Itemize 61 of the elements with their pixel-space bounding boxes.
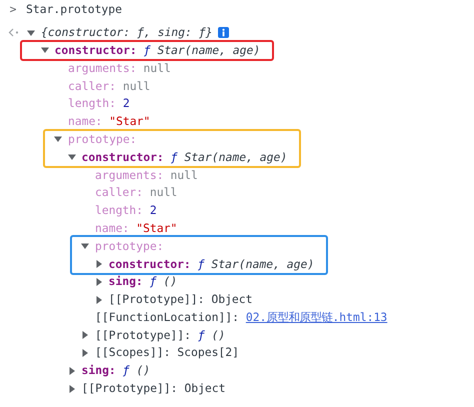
property-value: Star(name, age) <box>157 42 260 59</box>
property-value: Object <box>211 291 253 308</box>
return-value-icon <box>8 28 18 38</box>
property-value: Star(name, age) <box>211 256 314 272</box>
function-symbol: ƒ <box>122 362 130 380</box>
property-key: [[FunctionLocation]]: <box>95 308 240 326</box>
property-value: null <box>143 60 171 77</box>
expand-arrow-icon[interactable] <box>81 331 89 340</box>
property-key: [[Prototype]]: <box>82 380 178 398</box>
property-key: constructor: <box>108 256 191 273</box>
property-key: constructor: <box>82 148 164 166</box>
property-value: null <box>170 166 198 184</box>
property-key: name: <box>95 220 130 238</box>
property-key: caller: <box>68 78 116 95</box>
property-key: sing: <box>82 362 116 380</box>
property-key: length: <box>68 95 116 112</box>
prompt-symbol: > <box>10 1 16 18</box>
expand-arrow-icon[interactable] <box>68 384 76 393</box>
collapse-arrow-icon[interactable] <box>40 46 48 54</box>
property-key: length: <box>95 202 144 220</box>
collapse-arrow-icon[interactable] <box>27 28 35 37</box>
property-value: 2 <box>122 95 130 112</box>
expand-arrow-icon[interactable] <box>94 278 102 286</box>
property-value: "Star" <box>136 220 178 237</box>
property-key: [[Prototype]]: <box>108 291 205 308</box>
property-value: () <box>136 362 150 380</box>
file-link[interactable]: 02.原型和原型链.html:13 <box>246 308 388 326</box>
collapse-arrow-icon[interactable] <box>68 153 76 162</box>
expand-arrow-icon[interactable] <box>94 260 102 268</box>
console-command-text: Star.prototype <box>26 1 122 18</box>
expand-arrow-icon[interactable] <box>81 349 89 358</box>
property-value: Object <box>184 380 226 398</box>
collapse-arrow-icon[interactable] <box>81 242 89 250</box>
property-value: null <box>150 184 178 202</box>
function-symbol: ƒ <box>170 148 178 166</box>
property-key: caller: <box>95 184 144 202</box>
property-key: [[Prototype]]: <box>95 326 192 344</box>
function-symbol: ƒ <box>144 42 150 59</box>
property-key: prototype: <box>95 238 164 255</box>
function-symbol: ƒ <box>198 326 205 344</box>
expand-arrow-icon[interactable] <box>94 296 102 304</box>
expand-arrow-icon[interactable] <box>68 366 76 375</box>
property-value: "Star" <box>109 113 150 130</box>
info-icon[interactable] <box>218 27 230 38</box>
property-value: Star(name, age) <box>184 148 288 166</box>
property-key: prototype: <box>68 130 137 148</box>
property-key: arguments: <box>68 60 137 77</box>
collapse-arrow-icon[interactable] <box>54 135 62 144</box>
property-key: name: <box>68 113 102 130</box>
function-symbol: ƒ <box>198 256 204 272</box>
property-key: sing: <box>108 273 143 290</box>
function-symbol: ƒ <box>150 273 156 290</box>
property-key: [[Scopes]]: <box>95 344 170 362</box>
property-value: null <box>122 78 150 95</box>
property-key: constructor: <box>54 42 137 60</box>
property-value: Scopes[2] <box>177 344 240 362</box>
object-summary: {constructor: ƒ, sing: ƒ} <box>41 24 212 42</box>
property-value: 2 <box>150 202 157 220</box>
property-value: () <box>163 273 178 290</box>
property-key: arguments: <box>95 166 164 184</box>
property-value: () <box>212 326 226 344</box>
